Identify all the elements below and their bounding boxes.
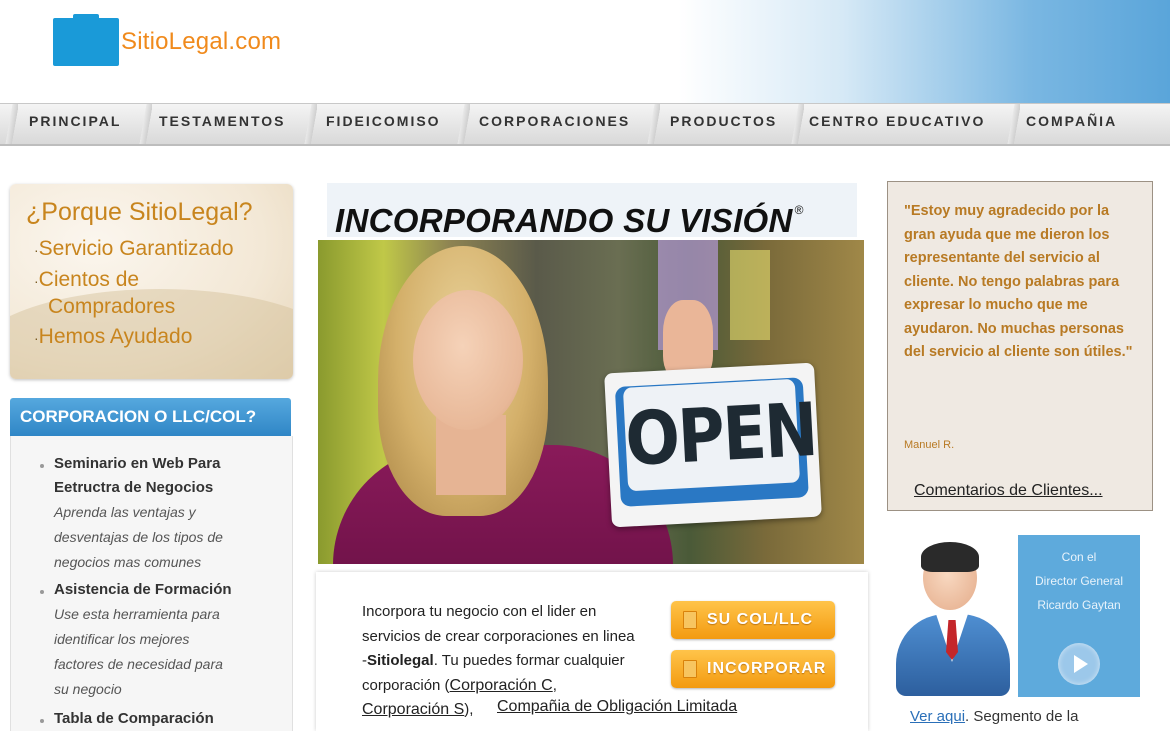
- nav-separator: [4, 104, 18, 144]
- main-nav: PRINCIPAL TESTAMENTOS FIDEICOMISO CORPOR…: [0, 103, 1170, 146]
- director-video[interactable]: Con el Director General Ricardo Gaytan: [1018, 535, 1140, 697]
- corp-entry-desc: identificar los mejores: [54, 631, 190, 647]
- why-item-label: Cientos de: [38, 268, 140, 291]
- corp-entry-desc: negocios mas comunes: [54, 554, 202, 570]
- registered-mark: ®: [794, 203, 804, 217]
- nav-item-corporaciones[interactable]: CORPORACIONES: [479, 104, 630, 144]
- video-caption: Con el: [1061, 550, 1097, 564]
- corp-entry-title[interactable]: Eetructra de Negocios: [54, 476, 284, 500]
- incorporar-button[interactable]: INCORPORAR: [671, 650, 835, 688]
- why-title: ¿Porque SitioLegal?: [26, 198, 253, 226]
- corp-heading[interactable]: CORPORACION O LLC/COL?: [10, 398, 291, 436]
- bullet-icon: [40, 590, 44, 594]
- button-label: SU COL/LLC: [707, 611, 813, 628]
- nav-separator: [456, 104, 470, 144]
- intro-brand: Sitiolegal: [367, 652, 434, 669]
- link-llc[interactable]: Compañia de Obligación Limitada: [497, 698, 737, 716]
- why-item-continuation: Compradores: [48, 295, 176, 318]
- logo-text[interactable]: SitioLegal.com: [121, 28, 281, 56]
- segment-label: . Segmento de la: [965, 708, 1079, 725]
- briefcase-icon[interactable]: [53, 14, 119, 66]
- intro-comma: ),: [464, 701, 474, 718]
- corp-entry-desc: factores de necesidad para: [54, 656, 223, 672]
- why-item-label: Servicio Garantizado: [38, 237, 234, 260]
- comentarios-link[interactable]: Comentarios de Clientes...: [914, 482, 1103, 500]
- nav-item-centro-educativo[interactable]: CENTRO EDUCATIVO: [809, 104, 985, 144]
- site-header: SitioLegal.com: [0, 0, 1170, 103]
- open-sign-frame: OPEN: [614, 377, 818, 507]
- woman-face: [413, 290, 523, 430]
- slogan-banner: INCORPORANDO SU VISIÓN ®: [327, 183, 857, 239]
- link-corporacion-s[interactable]: Corporación S: [362, 701, 464, 718]
- intro-line: . Tu puedes formar cualquier: [433, 652, 625, 669]
- open-sign: OPEN: [604, 362, 822, 528]
- corp-entry-title[interactable]: Asistencia de Formación: [54, 578, 284, 602]
- list-item[interactable]: Asistencia de Formación Use esta herrami…: [54, 578, 284, 702]
- nav-separator: [790, 104, 804, 144]
- document-icon: [683, 660, 697, 678]
- nav-separator: [303, 104, 317, 144]
- avatar-hair: [921, 542, 979, 572]
- intro-line: corporación (: [362, 676, 450, 694]
- nav-separator: [138, 104, 152, 144]
- video-caption: Ricardo Gaytan: [1037, 598, 1121, 612]
- button-label: INCORPORAR: [707, 660, 827, 677]
- slogan-text: INCORPORANDO SU VISIÓN: [335, 202, 793, 239]
- testimonial-quote: "Estoy muy agradecido por la gran ayuda …: [904, 203, 1133, 360]
- corp-entry-title[interactable]: Seminario en Web Para: [54, 452, 284, 476]
- ver-aqui-link[interactable]: Ver aqui: [910, 708, 965, 725]
- corp-entry-title[interactable]: Tabla de Comparación: [54, 707, 284, 731]
- nav-item-fideicomiso[interactable]: FIDEICOMISO: [326, 104, 441, 144]
- why-item: ·Cientos de: [34, 268, 140, 291]
- bullet-icon: [40, 719, 44, 723]
- intro-line: Incorpora tu negocio con el lider en: [362, 603, 597, 620]
- nav-separator: [646, 104, 660, 144]
- open-sign-text: OPEN: [622, 378, 818, 492]
- nav-separator: [1006, 104, 1020, 144]
- why-sitiolegal-panel: ¿Porque SitioLegal? ·Servicio Garantizad…: [10, 184, 293, 379]
- nav-item-compania[interactable]: COMPAÑIA: [1026, 104, 1117, 144]
- corp-entry-desc: Aprenda las ventajas y: [54, 504, 196, 520]
- why-item: ·Servicio Garantizado: [34, 237, 234, 260]
- testimonial-author: Manuel R.: [904, 439, 955, 451]
- list-item[interactable]: Tabla de Comparación: [54, 707, 284, 731]
- corp-entry-desc: desventajas de los tipos de: [54, 529, 223, 545]
- nav-item-principal[interactable]: PRINCIPAL: [29, 104, 121, 144]
- why-item-label: Hemos Ayudado: [38, 325, 193, 348]
- corp-entry-desc: Use esta herramienta para: [54, 606, 220, 622]
- nav-item-productos[interactable]: PRODUCTOS: [670, 104, 777, 144]
- intro-line: servicios de crear corporaciones en line…: [362, 627, 635, 645]
- corp-entry-desc: su negocio: [54, 681, 122, 697]
- shop-light: [730, 250, 770, 340]
- video-caption: Director General: [1034, 574, 1124, 588]
- document-icon: [683, 611, 697, 629]
- corp-panel: Seminario en Web Para Eetructra de Negoc…: [10, 436, 293, 731]
- director-avatar-icon[interactable]: [892, 540, 1014, 696]
- list-item[interactable]: Seminario en Web Para Eetructra de Negoc…: [54, 452, 284, 575]
- su-col-llc-button[interactable]: SU COL/LLC: [671, 601, 835, 639]
- testimonial-box: "Estoy muy agradecido por la gran ayuda …: [887, 181, 1153, 511]
- hero-image: OPEN: [318, 240, 864, 564]
- intro-comma: ,: [552, 676, 557, 694]
- segment-text: Ver aqui. Segmento de la: [910, 708, 1078, 725]
- bullet-icon: [40, 464, 44, 468]
- link-corporacion-c[interactable]: Corporación C: [450, 677, 553, 694]
- play-icon[interactable]: [1058, 643, 1100, 685]
- why-item: ·Hemos Ayudado: [34, 325, 193, 348]
- nav-item-testamentos[interactable]: TESTAMENTOS: [159, 104, 286, 144]
